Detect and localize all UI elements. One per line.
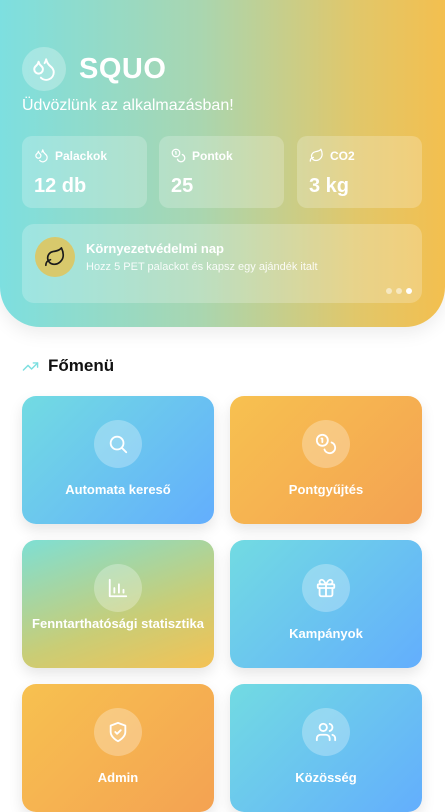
- leaf-icon: [309, 148, 323, 162]
- menu-tile-label: Automata kereső: [65, 482, 171, 497]
- menu-tile-admin[interactable]: Admin: [22, 684, 214, 812]
- carousel-dot-active[interactable]: [406, 288, 412, 294]
- stat-value: 12 db: [34, 175, 87, 197]
- users-icon: [302, 708, 350, 756]
- drops-icon: [35, 149, 48, 163]
- menu-tile-label: Pontgyűjtés: [288, 482, 364, 497]
- stat-card-bottles: Palackok 12 db: [22, 136, 147, 208]
- stat-card-points: Pontok 25: [159, 136, 284, 208]
- promo-banner[interactable]: Környezetvédelmi nap Hozz 5 PET palackot…: [22, 224, 422, 303]
- menu-tile-statistics[interactable]: Fenntarthatósági statisztika: [22, 540, 214, 668]
- app-title: SQUO: [79, 53, 167, 85]
- stat-label: CO2: [330, 148, 355, 163]
- logo-drops-icon: [22, 47, 66, 91]
- carousel-dot[interactable]: [396, 288, 402, 294]
- banner-subtitle: Hozz 5 PET palackot és kapsz egy ajándék…: [86, 261, 318, 273]
- coins-icon: [302, 420, 350, 468]
- search-icon: [94, 420, 142, 468]
- section-title: Főmenü: [22, 356, 114, 376]
- menu-tile-campaigns[interactable]: Kampányok: [230, 540, 422, 668]
- banner-title: Környezetvédelmi nap: [86, 241, 224, 256]
- menu-tile-label: Közösség: [295, 770, 357, 785]
- menu-tile-points[interactable]: Pontgyűjtés: [230, 396, 422, 524]
- shield-check-icon: [94, 708, 142, 756]
- carousel-dots: [386, 288, 412, 294]
- menu-tile-label: Admin: [97, 770, 139, 785]
- menu-tile-label: Kampányok: [289, 626, 363, 641]
- menu-tile-machine-finder[interactable]: Automata kereső: [22, 396, 214, 524]
- bar-chart-icon: [94, 564, 142, 612]
- hero-header: SQUO Üdvözlünk az alkalmazásban! Palacko…: [0, 0, 445, 327]
- menu-tile-label: Fenntarthatósági statisztika: [32, 616, 204, 631]
- stat-label: Palackok: [55, 148, 108, 163]
- leaf-icon: [35, 237, 75, 277]
- welcome-text: Üdvözlünk az alkalmazásban!: [22, 97, 234, 114]
- stat-value: 3 kg: [309, 175, 350, 197]
- gift-icon: [302, 564, 350, 612]
- menu-tile-community[interactable]: Közösség: [230, 684, 422, 812]
- stat-card-co2: CO2 3 kg: [297, 136, 422, 208]
- coins-icon: [171, 148, 186, 163]
- stat-value: 25: [171, 175, 194, 197]
- carousel-dot[interactable]: [386, 288, 392, 294]
- trending-up-icon: [22, 361, 39, 371]
- section-title-label: Főmenü: [48, 356, 115, 375]
- stat-label: Pontok: [192, 148, 233, 163]
